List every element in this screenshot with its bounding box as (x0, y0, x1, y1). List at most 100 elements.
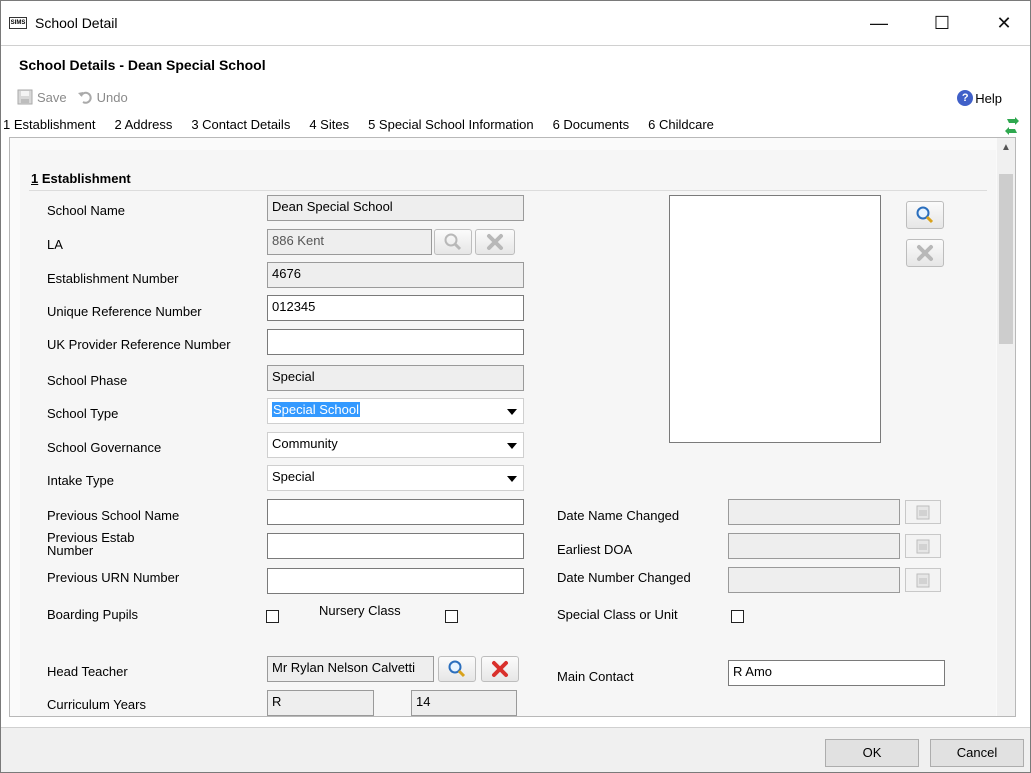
previous-estab-number-label: Previous Estab Number (47, 531, 134, 557)
school-phase-label: School Phase (47, 373, 128, 388)
nursery-class-label: Nursery Class (319, 603, 401, 618)
refresh-icon[interactable] (1004, 117, 1020, 135)
curriculum-years-from-field: R (267, 690, 374, 716)
title-separator (1, 45, 1030, 46)
head-teacher-search-button[interactable] (438, 656, 476, 682)
tab-special-school-information[interactable]: 5 Special School Information (368, 117, 533, 132)
ukprn-input[interactable] (267, 329, 524, 355)
section-number: 1 (31, 171, 39, 186)
tab-childcare[interactable]: 6 Childcare (648, 117, 714, 132)
app-icon: SIMS (9, 17, 27, 29)
establishment-number-label: Establishment Number (47, 271, 179, 286)
special-class-or-unit-checkbox[interactable] (731, 610, 744, 623)
ok-button[interactable]: OK (825, 739, 919, 767)
calendar-icon (916, 505, 930, 520)
school-name-field: Dean Special School (267, 195, 524, 221)
curriculum-years-to-field: 14 (411, 690, 517, 716)
tab-contact-details[interactable]: 3 Contact Details (191, 117, 290, 132)
previous-school-name-label: Previous School Name (47, 508, 180, 523)
section-divider (29, 190, 987, 191)
school-name-label: School Name (47, 203, 126, 218)
boarding-pupils-label: Boarding Pupils (47, 607, 139, 622)
previous-estab-number-label-line2: Number (47, 543, 94, 558)
window-title: School Detail (35, 15, 118, 31)
section-tabs: 1 Establishment 2 Address 3 Contact Deta… (3, 117, 733, 132)
school-detail-window: SIMS School Detail — ☐ ✕ School Details … (0, 0, 1031, 773)
delete-icon (487, 234, 503, 250)
la-search-button[interactable] (434, 229, 472, 255)
undo-button[interactable]: Undo (77, 89, 128, 105)
vertical-scrollbar[interactable]: ▲ (997, 138, 1015, 716)
special-class-or-unit-label: Special Class or Unit (557, 607, 678, 622)
date-name-changed-field (728, 499, 900, 525)
toolbar: Save Undo (17, 87, 138, 107)
la-clear-button[interactable] (475, 229, 515, 255)
help-label: Help (975, 90, 1002, 106)
minimize-button[interactable]: — (856, 9, 902, 37)
date-number-changed-field (728, 567, 900, 593)
urn-input[interactable]: 012345 (267, 295, 524, 321)
tab-documents[interactable]: 6 Documents (553, 117, 630, 132)
earliest-doa-calendar-button[interactable] (905, 534, 941, 558)
previous-school-name-input[interactable] (267, 499, 524, 525)
section-title: 1 Establishment (31, 171, 131, 186)
tab-sites[interactable]: 4 Sites (309, 117, 349, 132)
main-contact-input[interactable]: R Amo (728, 660, 945, 686)
la-field: 886 Kent (267, 229, 432, 255)
earliest-doa-label: Earliest DOA (557, 542, 633, 557)
school-type-value: Special School (272, 402, 360, 417)
main-contact-label: Main Contact (557, 669, 634, 684)
delete-icon (492, 661, 508, 677)
head-teacher-clear-button[interactable] (481, 656, 519, 682)
chevron-down-icon (507, 443, 517, 449)
school-type-label: School Type (47, 406, 119, 421)
undo-label: Undo (96, 89, 128, 105)
school-photo-box (669, 195, 881, 443)
cancel-button[interactable]: Cancel (930, 739, 1024, 767)
scroll-up-icon[interactable]: ▲ (997, 138, 1015, 158)
magnifier-icon (444, 233, 462, 251)
page-title: School Details - Dean Special School (19, 57, 266, 73)
section-label: Establishment (41, 171, 131, 186)
curriculum-years-label: Curriculum Years (47, 697, 146, 712)
head-teacher-label: Head Teacher (47, 664, 128, 679)
close-button[interactable]: ✕ (981, 9, 1027, 37)
school-governance-value: Community (272, 436, 338, 451)
calendar-icon (916, 539, 930, 554)
chevron-down-icon (507, 409, 517, 415)
previous-urn-label: Previous URN Number (47, 570, 180, 585)
school-type-select[interactable]: Special School (267, 398, 524, 424)
school-governance-label: School Governance (47, 440, 162, 455)
intake-type-select[interactable]: Special (267, 465, 524, 491)
tab-address[interactable]: 2 Address (115, 117, 173, 132)
photo-browse-button[interactable] (906, 201, 944, 229)
date-name-changed-calendar-button[interactable] (905, 500, 941, 524)
tab-establishment[interactable]: 1 Establishment (3, 117, 96, 132)
boarding-pupils-checkbox[interactable] (266, 610, 279, 623)
help-button[interactable]: ? Help (957, 90, 1002, 106)
scroll-thumb[interactable] (999, 174, 1013, 344)
school-governance-select[interactable]: Community (267, 432, 524, 458)
urn-label: Unique Reference Number (47, 304, 202, 319)
save-button[interactable]: Save (17, 89, 67, 105)
calendar-icon (916, 573, 930, 588)
previous-estab-number-input[interactable] (267, 533, 524, 559)
photo-remove-button[interactable] (906, 239, 944, 267)
la-label: LA (47, 237, 63, 252)
establishment-number-field: 4676 (267, 262, 524, 288)
dialog-footer: OK Cancel (1, 727, 1030, 772)
title-bar: SIMS School Detail — ☐ ✕ (1, 1, 1030, 45)
previous-urn-input[interactable] (267, 568, 524, 594)
head-teacher-field: Mr Rylan Nelson Calvetti (267, 656, 434, 682)
earliest-doa-field (728, 533, 900, 559)
maximize-button[interactable]: ☐ (919, 9, 965, 37)
nursery-class-checkbox[interactable] (445, 610, 458, 623)
magnifier-icon (916, 206, 934, 224)
date-name-changed-label: Date Name Changed (557, 508, 680, 523)
intake-type-label: Intake Type (47, 473, 114, 488)
save-icon (17, 89, 33, 105)
help-icon: ? (957, 90, 974, 106)
date-number-changed-calendar-button[interactable] (905, 568, 941, 592)
date-number-changed-label: Date Number Changed (557, 570, 691, 585)
ukprn-label: UK Provider Reference Number (47, 337, 231, 352)
